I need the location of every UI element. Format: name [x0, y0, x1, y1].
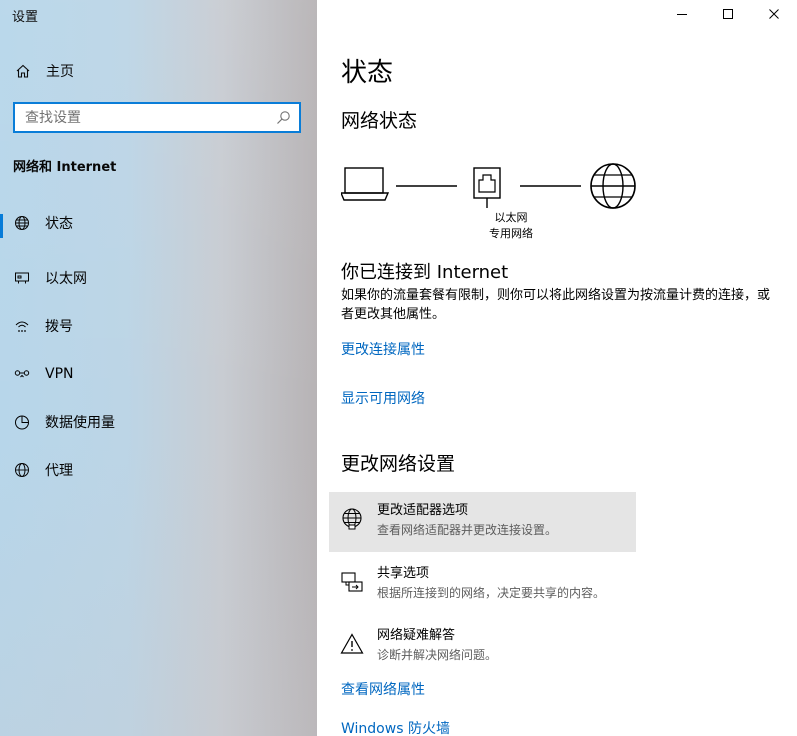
section-label: 网络和 Internet [13, 160, 117, 175]
ethernet-private-network-label: 以太网 专用网络 [481, 210, 541, 242]
data-usage-icon [13, 413, 31, 431]
windows-firewall-link[interactable]: Windows 防火墙 [341, 718, 450, 736]
laptop-icon [341, 167, 390, 201]
diagram-device-label: 以太网 [494, 211, 528, 224]
network-diagram-graphic [341, 163, 636, 209]
sidebar: 设置 主页 网络和 Internet 状态 以太网 [0, 0, 317, 736]
close-button[interactable] [751, 0, 797, 29]
minimize-button[interactable] [659, 0, 705, 29]
warning-icon [339, 631, 365, 657]
home-label: 主页 [46, 64, 74, 80]
option-description: 诊断并解决网络问题。 [377, 648, 498, 662]
connected-title: 你已连接到 Internet [341, 262, 509, 283]
sidebar-item-label: 数据使用量 [45, 415, 115, 431]
search-input[interactable] [25, 109, 275, 126]
search-icon[interactable] [275, 110, 291, 126]
window-controls [659, 0, 797, 29]
sharing-options[interactable]: 共享选项 根据所连接到的网络，决定要共享的内容。 [329, 555, 636, 615]
vpn-icon [13, 365, 31, 383]
proxy-globe-icon [13, 461, 31, 479]
minimize-icon [676, 5, 688, 24]
connected-description: 如果你的流量套餐有限制，则你可以将此网络设置为按流量计费的连接，或者更改其他属性… [341, 288, 771, 322]
change-connection-properties-link[interactable]: 更改连接属性 [341, 339, 425, 359]
option-description: 查看网络适配器并更改连接设置。 [377, 523, 558, 537]
home-nav-item[interactable]: 主页 [0, 56, 317, 86]
sidebar-item-proxy[interactable]: 代理 [0, 446, 317, 494]
search-box[interactable] [13, 102, 301, 133]
option-title: 更改适配器选项 [377, 503, 469, 518]
diagram-network-type-label: 专用网络 [489, 227, 533, 240]
close-icon [768, 5, 780, 24]
sidebar-item-status[interactable]: 状态 [0, 206, 317, 240]
sidebar-item-label: 代理 [45, 463, 73, 479]
sidebar-item-label: 以太网 [45, 271, 87, 287]
view-network-properties-link[interactable]: 查看网络属性 [341, 679, 425, 699]
ethernet-icon [13, 269, 31, 287]
adapter-globe-icon [339, 506, 365, 532]
sidebar-item-ethernet[interactable]: 以太网 [0, 254, 317, 302]
sidebar-item-label: VPN [45, 366, 74, 382]
sidebar-item-label: 拨号 [45, 319, 73, 335]
maximize-button[interactable] [705, 0, 751, 29]
globe-status-icon [13, 214, 31, 232]
show-available-networks-link[interactable]: 显示可用网络 [341, 388, 425, 408]
ethernet-port-icon [473, 167, 501, 208]
internet-globe-icon [590, 163, 636, 209]
network-status-heading: 网络状态 [341, 110, 418, 132]
home-icon [14, 62, 32, 80]
network-diagram: 以太网 专用网络 [341, 162, 641, 244]
option-title: 共享选项 [377, 566, 430, 581]
sidebar-item-vpn[interactable]: VPN [0, 350, 317, 398]
change-network-settings-heading: 更改网络设置 [341, 453, 456, 475]
sidebar-nav: 状态 以太网 拨号 VPN 数据使用量 代理 [0, 206, 317, 494]
sharing-icon [339, 569, 365, 595]
option-description: 根据所连接到的网络，决定要共享的内容。 [377, 586, 606, 600]
maximize-icon [722, 5, 734, 24]
sidebar-item-label: 状态 [45, 216, 73, 232]
page-title: 状态 [341, 58, 394, 88]
dialup-icon [13, 317, 31, 335]
sidebar-item-data-usage[interactable]: 数据使用量 [0, 398, 317, 446]
option-title: 网络疑难解答 [377, 628, 456, 643]
main-content: 状态 网络状态 以太网 专用网络 你已连接到 Internet 如果你的流量套餐… [317, 0, 797, 736]
app-title: 设置 [12, 10, 39, 25]
sidebar-item-dialup[interactable]: 拨号 [0, 302, 317, 350]
change-adapter-options[interactable]: 更改适配器选项 查看网络适配器并更改连接设置。 [329, 492, 636, 552]
network-troubleshooter[interactable]: 网络疑难解答 诊断并解决网络问题。 [329, 617, 636, 677]
